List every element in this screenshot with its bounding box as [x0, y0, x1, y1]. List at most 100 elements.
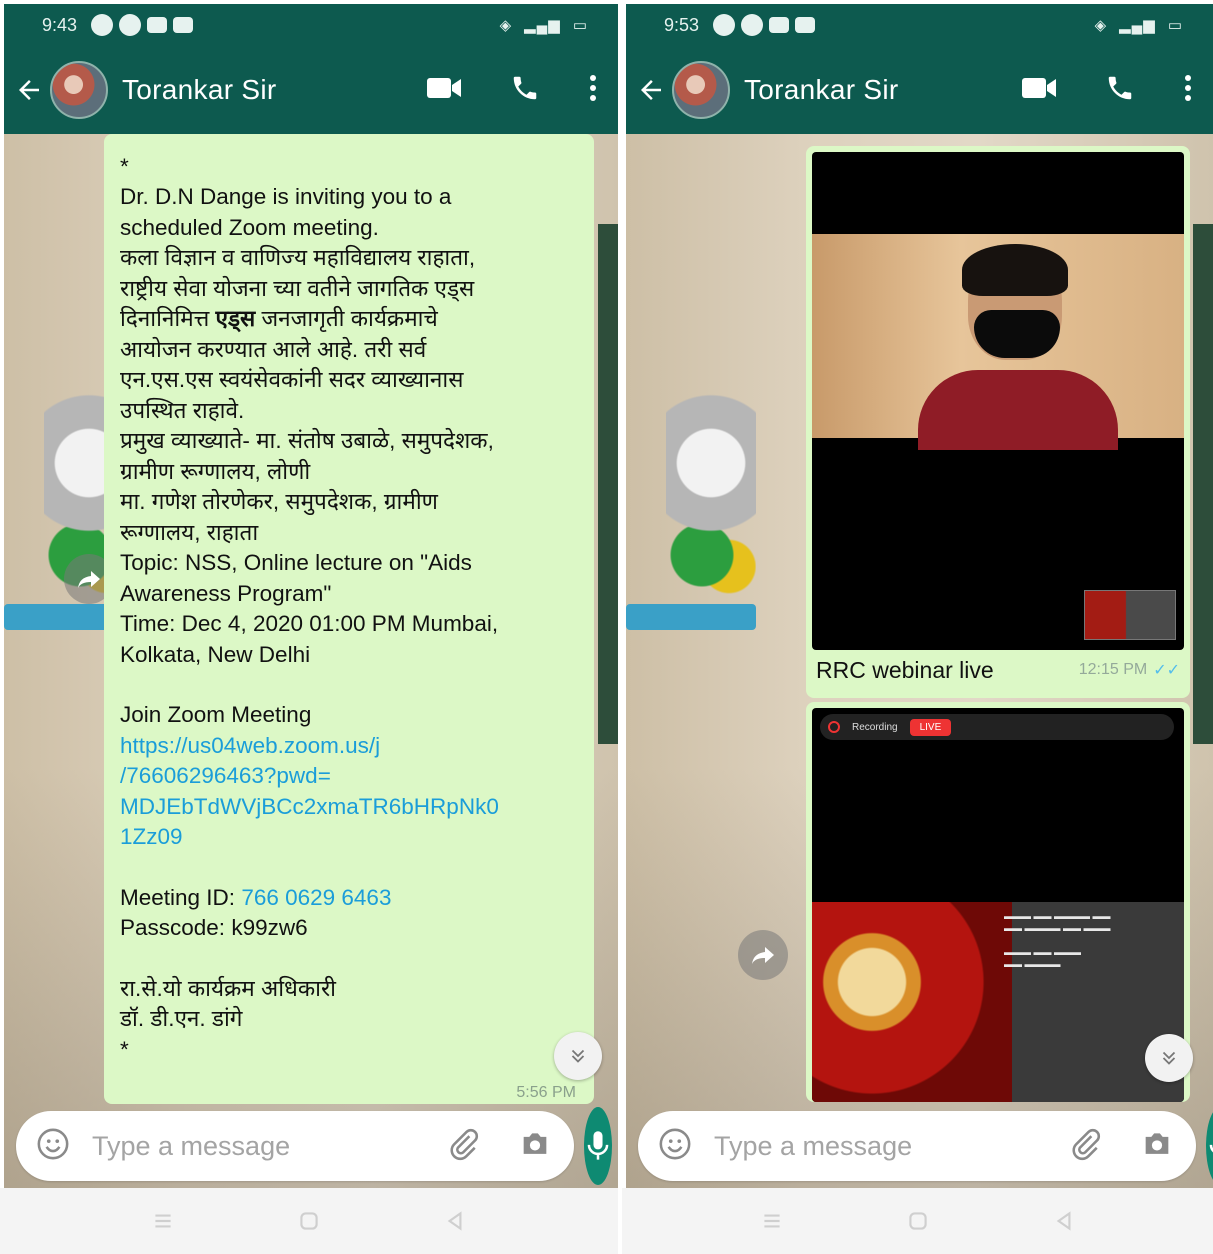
- hotspot-icon: ◈: [1094, 17, 1108, 34]
- notification-icons: [91, 14, 194, 36]
- battery-icon: ▭: [1167, 17, 1183, 34]
- recording-label: Recording: [852, 721, 898, 733]
- more-options-icon[interactable]: [588, 74, 598, 107]
- meeting-id-line: Meeting ID: 766 0629 6463: [120, 883, 578, 914]
- attachment-icon[interactable]: [1068, 1127, 1102, 1166]
- message-meta: 12:15 PM ✓✓: [1079, 660, 1180, 680]
- system-icons: ◈ ▂▄▆ ▭: [500, 16, 588, 34]
- app-icon: [769, 17, 790, 33]
- video-call-icon[interactable]: [1021, 75, 1057, 106]
- meeting-id-label: Meeting ID:: [120, 884, 242, 910]
- message-line: उपस्थित राहावे.: [120, 397, 245, 423]
- camera-icon[interactable]: [1140, 1127, 1174, 1166]
- message-line: एन.एस.एस स्वयंसेवकांनी सदर व्याख्यानास: [120, 367, 464, 392]
- blood-cells-image: [812, 902, 1012, 1102]
- webinar-video[interactable]: [812, 152, 1184, 650]
- input-icons: [446, 1127, 552, 1166]
- camera-icon[interactable]: [518, 1127, 552, 1166]
- slide-thumbnail: [1084, 590, 1176, 640]
- stream-video[interactable]: Recording LIVE ▬▬▬ ▬▬ ▬▬▬▬ ▬▬ ▬▬ ▬▬▬▬ ▬▬ …: [812, 708, 1184, 1102]
- whatsapp-icon: [91, 14, 114, 36]
- emoji-icon[interactable]: [658, 1127, 692, 1166]
- contact-name[interactable]: Torankar Sir: [744, 74, 899, 106]
- message-input[interactable]: [92, 1130, 446, 1162]
- video-call-icon[interactable]: [426, 75, 462, 106]
- back-arrow-icon[interactable]: [636, 75, 666, 105]
- more-options-icon[interactable]: [1183, 74, 1193, 107]
- message-input-box[interactable]: [638, 1111, 1196, 1181]
- chrome-icon: [119, 14, 142, 36]
- zoom-link[interactable]: https://us04web.zoom.us/j: [120, 731, 578, 762]
- phone-call-icon[interactable]: [1105, 73, 1135, 108]
- message-line: Kolkata, New Delhi: [120, 641, 311, 667]
- hotspot-icon: ◈: [499, 17, 513, 34]
- message-time: 12:15 PM: [1078, 661, 1148, 678]
- presentation-slide: ▬▬▬ ▬▬ ▬▬▬▬ ▬▬ ▬▬ ▬▬▬▬ ▬▬ ▬▬▬ ▬▬▬ ▬▬ ▬▬▬ ▬▬…: [812, 902, 1184, 1102]
- presenter: [918, 244, 1118, 450]
- media-caption: RRC webinar live: [816, 656, 994, 683]
- recent-apps-icon[interactable]: [759, 1208, 785, 1234]
- message-star: *: [120, 154, 129, 179]
- chat-area[interactable]: * Dr. D.N Dange is inviting you to a sch…: [4, 134, 618, 1188]
- avatar[interactable]: [672, 61, 730, 119]
- scroll-down-button[interactable]: [1145, 1034, 1193, 1082]
- right-screenshot: 9:53 ◈ ▂▄▆ ▭ Torankar Sir RRC webinar li…: [622, 0, 1213, 1254]
- signature-title: रा.से.यो कार्यक्रम अधिकारी: [120, 975, 337, 1001]
- avatar[interactable]: [50, 61, 108, 119]
- zoom-link[interactable]: MDJEbTdWVjBCc2xmaTR6bHRpNk0: [120, 792, 578, 823]
- bold-word: एड्स: [215, 306, 256, 331]
- message-line: Time: Dec 4, 2020 01:00 PM Mumbai,: [120, 611, 499, 636]
- phone-call-icon[interactable]: [510, 73, 540, 108]
- mic-button[interactable]: [584, 1107, 612, 1185]
- scroll-down-button[interactable]: [554, 1032, 602, 1080]
- left-screenshot: 9:43 ◈ ▂▄▆ ▭ Torankar Sir * Dr. D.N Dang…: [0, 0, 618, 1254]
- home-icon[interactable]: [905, 1208, 931, 1234]
- video-message-bubble[interactable]: RRC webinar live 12:15 PM ✓✓: [806, 146, 1190, 698]
- back-arrow-icon[interactable]: [14, 75, 44, 105]
- forward-button[interactable]: [738, 930, 788, 980]
- join-label: Join Zoom Meeting: [120, 702, 312, 727]
- message-input-box[interactable]: [16, 1111, 574, 1181]
- double-chevron-down-icon: [571, 1049, 585, 1063]
- zoom-link[interactable]: 1Zz09: [120, 822, 578, 853]
- attachment-icon[interactable]: [446, 1127, 480, 1166]
- video-message-bubble[interactable]: Recording LIVE ▬▬▬ ▬▬ ▬▬▬▬ ▬▬ ▬▬ ▬▬▬▬ ▬▬ …: [806, 702, 1190, 1102]
- chrome-icon: [741, 14, 764, 36]
- message-line: Dr. D.N Dange is inviting you to a: [120, 184, 452, 209]
- game-icon: [173, 17, 194, 33]
- system-icons: ◈ ▂▄▆ ▭: [1095, 16, 1183, 34]
- message-input[interactable]: [714, 1130, 1068, 1162]
- mic-icon: [1209, 1144, 1213, 1153]
- recent-apps-icon[interactable]: [150, 1208, 176, 1234]
- status-time: 9:43: [42, 14, 78, 35]
- message-fragment: जनजागृती कार्यक्रमाचे: [261, 306, 438, 331]
- contact-name[interactable]: Torankar Sir: [122, 74, 277, 106]
- back-nav-icon[interactable]: [442, 1208, 468, 1234]
- message-line: दिनानिमित्त एड्स जनजागृती कार्यक्रमाचे: [120, 304, 578, 335]
- status-time: 9:53: [664, 14, 700, 35]
- background-board: [1193, 224, 1213, 744]
- message-line: Awareness Program": [120, 580, 332, 606]
- read-receipt-icon: ✓✓: [1153, 662, 1180, 679]
- input-icons: [1068, 1127, 1174, 1166]
- zoom-link[interactable]: /76606296463?pwd=: [120, 761, 578, 792]
- message-bubble[interactable]: * Dr. D.N Dange is inviting you to a sch…: [104, 134, 594, 1104]
- message-star: *: [120, 1036, 129, 1062]
- composer: [638, 1107, 1213, 1185]
- composer: [16, 1107, 612, 1185]
- presenter-hair: [962, 244, 1068, 296]
- battery-icon: ▭: [572, 17, 588, 34]
- caption-row: RRC webinar live 12:15 PM ✓✓: [812, 650, 1184, 690]
- meeting-id-link[interactable]: 766 0629 6463: [241, 885, 391, 910]
- chat-area[interactable]: RRC webinar live 12:15 PM ✓✓ Recording L…: [626, 134, 1213, 1188]
- presenter-shirt: [918, 370, 1118, 450]
- emoji-icon[interactable]: [36, 1127, 70, 1166]
- app-icon: [147, 17, 168, 33]
- back-nav-icon[interactable]: [1051, 1208, 1077, 1234]
- background-shelf: [626, 604, 756, 630]
- home-icon[interactable]: [296, 1208, 322, 1234]
- signature-name: डॉ. डी.एन. डांगे: [120, 1006, 243, 1031]
